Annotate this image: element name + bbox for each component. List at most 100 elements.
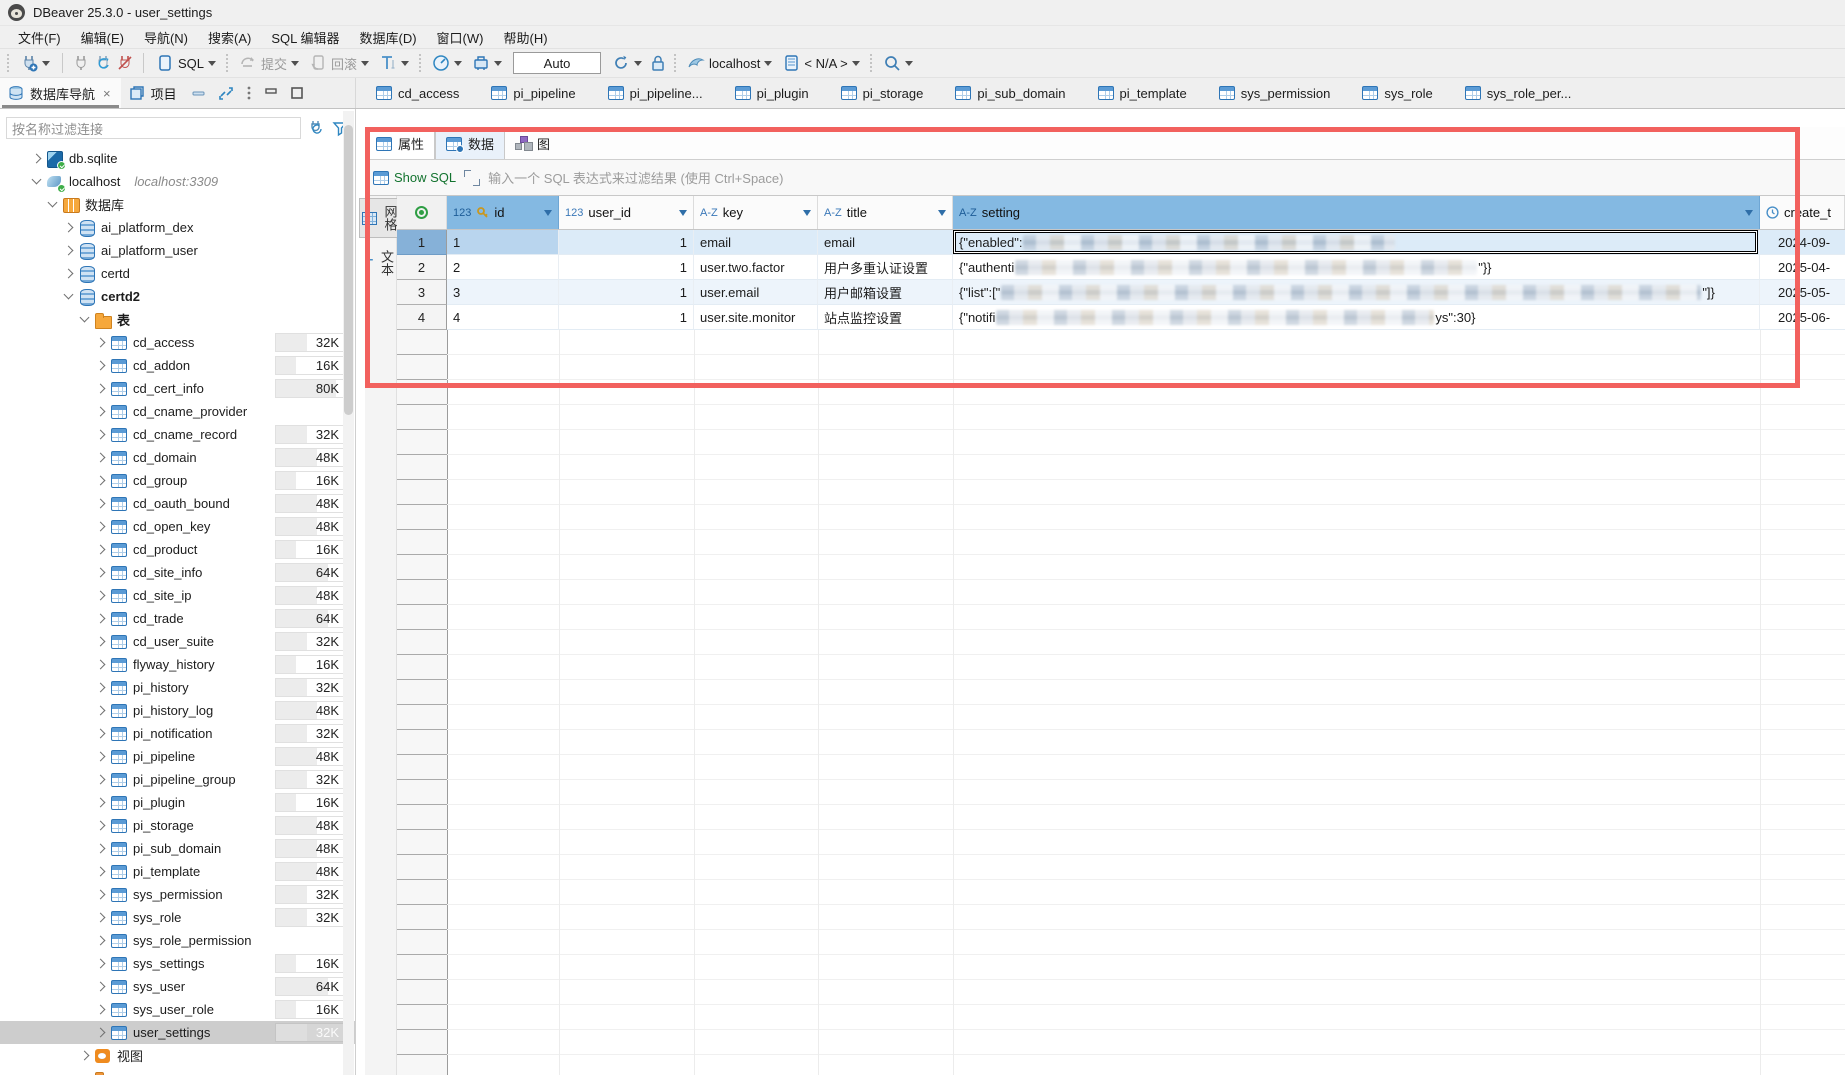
menu-item[interactable]: 导航(N) [134, 26, 198, 49]
sql-editor-button[interactable]: SQL [153, 52, 219, 74]
expander-icon[interactable] [94, 681, 108, 695]
menu-item[interactable]: 文件(F) [8, 26, 71, 49]
presentation-grid-button[interactable]: 网格 [359, 198, 403, 238]
rollback-button[interactable]: 回滚 [306, 52, 372, 75]
editor-tab[interactable]: pi_pipeline [481, 78, 597, 108]
column-header-user-id[interactable]: 123 user_id [559, 196, 694, 229]
row-number-cell[interactable]: 2 [397, 255, 447, 280]
search-button[interactable] [880, 52, 916, 74]
connect-icon[interactable] [72, 54, 90, 72]
tree-item[interactable]: pi_storage 48K [0, 814, 355, 837]
tree-item[interactable]: certd [0, 262, 355, 285]
column-header-setting[interactable]: A-Z setting [953, 196, 1760, 229]
expander-icon[interactable] [94, 1003, 108, 1017]
filter-settings-icon[interactable] [307, 119, 325, 137]
cell-create-time[interactable]: 2025-04- [1760, 255, 1845, 280]
expander-icon[interactable] [94, 750, 108, 764]
tree-item[interactable]: sys_permission 32K [0, 883, 355, 906]
sidebar-scrollbar[interactable] [343, 111, 354, 1075]
expander-icon[interactable] [94, 359, 108, 373]
expander-icon[interactable] [94, 773, 108, 787]
link-with-editor-icon[interactable] [218, 78, 234, 108]
expander-icon[interactable] [94, 336, 108, 350]
tree-item[interactable]: cd_addon 16K [0, 354, 355, 377]
cell-create-time[interactable]: 2025-06- [1760, 305, 1845, 330]
collapse-all-icon[interactable] [191, 78, 206, 108]
expander-icon[interactable] [94, 1026, 108, 1040]
expander-icon[interactable] [94, 911, 108, 925]
cell-title[interactable]: 站点监控设置 [818, 305, 953, 330]
expander-icon[interactable] [94, 635, 108, 649]
select-all-corner[interactable] [397, 196, 447, 229]
expander-icon[interactable] [94, 842, 108, 856]
menu-item[interactable]: 搜索(A) [198, 26, 261, 49]
expander-icon[interactable] [62, 267, 76, 281]
tab-database-navigator[interactable]: 数据库导航 × [0, 78, 121, 108]
cell-title[interactable]: 用户邮箱设置 [818, 280, 953, 305]
tree-item[interactable]: cd_user_suite 32K [0, 630, 355, 653]
cell-title[interactable]: 用户多重认证设置 [818, 255, 953, 280]
tree-item[interactable]: cd_domain 48K [0, 446, 355, 469]
menu-item[interactable]: SQL 编辑器 [261, 26, 349, 49]
menu-item[interactable]: 窗口(W) [427, 26, 494, 49]
column-header-title[interactable]: A-Z title [818, 196, 953, 229]
expander-icon[interactable] [94, 796, 108, 810]
row-number-cell[interactable]: 1 [397, 230, 447, 255]
disconnect-icon[interactable] [116, 54, 134, 72]
expander-icon[interactable] [94, 612, 108, 626]
cell-id[interactable]: 3 [447, 280, 559, 305]
tree-item[interactable]: db.sqlite [0, 147, 355, 170]
expander-icon[interactable] [94, 957, 108, 971]
tree-item[interactable]: user_settings 32K [0, 1021, 355, 1044]
tree-item[interactable]: cd_open_key 48K [0, 515, 355, 538]
dropdown-caret[interactable] [42, 61, 50, 70]
tree-item[interactable]: cd_cname_record 32K [0, 423, 355, 446]
expander-icon[interactable] [62, 221, 76, 235]
editor-tab[interactable]: sys_role_per... [1455, 78, 1594, 108]
tree-item[interactable]: cd_cname_provider [0, 400, 355, 423]
expander-icon[interactable] [94, 451, 108, 465]
expander-icon[interactable] [94, 405, 108, 419]
dropdown-caret[interactable] [852, 61, 860, 70]
tree-item[interactable]: pi_history 32K [0, 676, 355, 699]
tree-item[interactable]: pi_history_log 48K [0, 699, 355, 722]
filter-connections-input[interactable]: 按名称过滤连接 [6, 117, 301, 139]
tree-item[interactable]: sys_settings 16K [0, 952, 355, 975]
tree-item[interactable]: localhost localhost:3309 [0, 170, 355, 193]
expander-icon[interactable] [94, 589, 108, 603]
presentation-text-button[interactable]: 文本 T [363, 244, 398, 282]
expander-icon[interactable] [94, 980, 108, 994]
expander-icon[interactable] [94, 865, 108, 879]
tree-item[interactable]: cd_product 16K [0, 538, 355, 561]
dropdown-caret[interactable] [361, 61, 369, 70]
reconnect-icon[interactable] [94, 54, 112, 72]
expander-icon[interactable] [94, 497, 108, 511]
dropdown-caret[interactable] [634, 61, 642, 70]
tree-item[interactable]: 视图 [0, 1044, 355, 1067]
expander-icon[interactable] [94, 382, 108, 396]
tree-item[interactable]: 数据库 [0, 193, 355, 216]
commit-mode-select[interactable]: Auto [513, 52, 601, 74]
cell-user-id[interactable]: 1 [559, 230, 694, 255]
editor-tab[interactable]: sys_role [1352, 78, 1454, 108]
tree-item[interactable]: pi_sub_domain 48K [0, 837, 355, 860]
tab-data[interactable]: 数据 [435, 127, 505, 159]
row-number-cell[interactable]: 4 [397, 305, 447, 330]
dropdown-caret[interactable] [905, 61, 913, 70]
column-dropdown-icon[interactable] [544, 210, 552, 220]
show-sql-button[interactable]: Show SQL [373, 170, 456, 185]
commit-button[interactable]: 提交 [236, 52, 302, 75]
tree-item[interactable]: cd_group 16K [0, 469, 355, 492]
tree-item[interactable] [0, 1067, 355, 1075]
dropdown-caret[interactable] [208, 61, 216, 70]
cell-key[interactable]: email [694, 230, 818, 255]
expander-icon[interactable] [30, 152, 44, 166]
tree-item[interactable]: pi_notification 32K [0, 722, 355, 745]
cell-create-time[interactable]: 2025-05- [1760, 280, 1845, 305]
minimize-panel-icon[interactable] [264, 78, 278, 108]
tree-item[interactable]: sys_user_role 16K [0, 998, 355, 1021]
lock-icon[interactable] [649, 54, 667, 72]
editor-tab[interactable]: sys_permission [1209, 78, 1353, 108]
cell-setting[interactable]: {"enabled": [953, 230, 1760, 255]
menu-item[interactable]: 帮助(H) [493, 26, 557, 49]
